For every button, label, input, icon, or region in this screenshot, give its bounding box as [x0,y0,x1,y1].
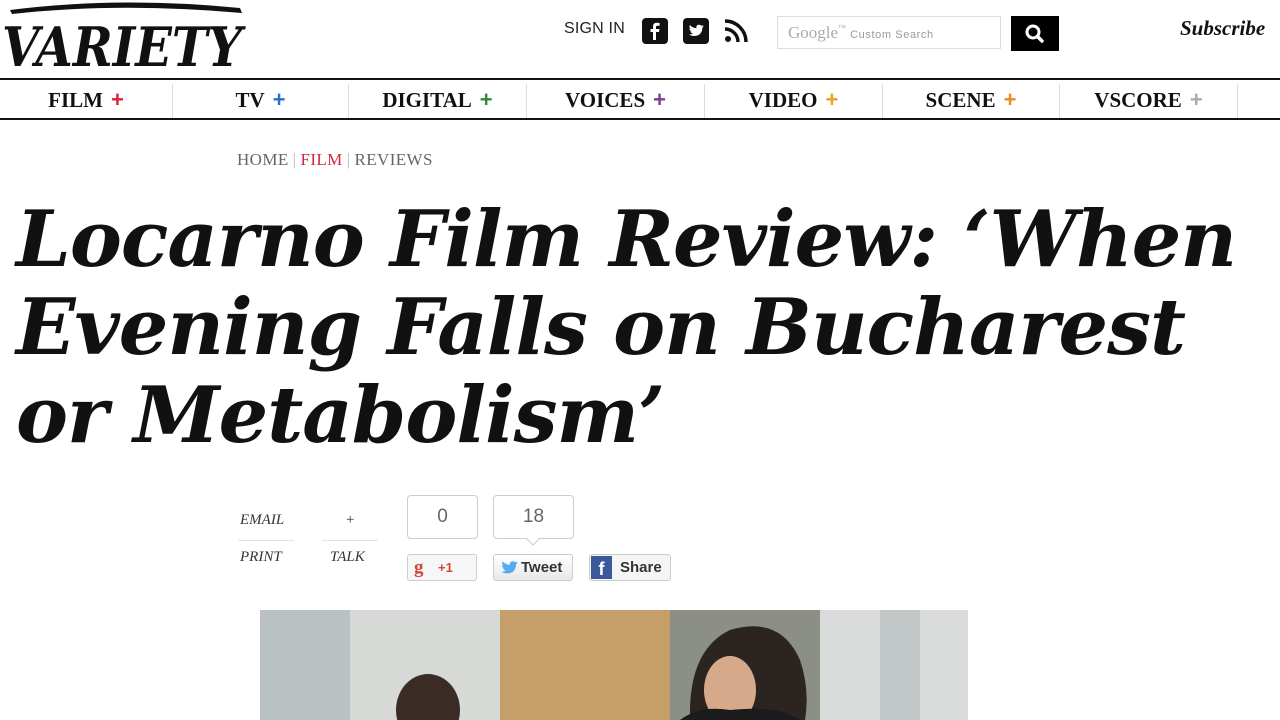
variety-logo[interactable]: VARIETY [0,0,250,78]
nav-vscore-label: VSCORE [1094,88,1182,112]
article-photo [260,610,968,720]
gplus-label: +1 [438,560,453,575]
nav-film-label: FILM [48,88,103,112]
search-input[interactable]: Google™ Custom Search [777,16,1001,49]
tweet-button[interactable]: Tweet [493,554,573,581]
tweet-label: Tweet [521,559,563,576]
nav-voices-label: VOICES [565,88,646,112]
breadcrumb-film[interactable]: FILM [300,150,342,169]
plus-icon: + [653,87,666,112]
search-button[interactable] [1011,16,1059,51]
search-placeholder-brand: Google [788,23,839,42]
twitter-icon[interactable] [683,18,709,44]
talk-link[interactable]: TALK [330,549,365,566]
nav-video-label: VIDEO [748,88,818,112]
plus-icon: + [110,87,124,112]
facebook-icon[interactable] [642,18,668,44]
breadcrumb-separator: | [346,150,351,169]
print-link[interactable]: PRINT [240,549,282,566]
search-icon [1025,24,1044,43]
search-placeholder-label: Custom Search [850,29,934,41]
count-pointer [526,538,540,546]
email-link[interactable]: EMAIL [240,512,284,529]
nav-divider [1237,84,1238,118]
facebook-share-button[interactable]: f Share [589,554,671,581]
main-nav: FILM + TV + DIGITAL + VOICES + VIDEO + SCENE +… [0,78,1280,120]
nav-item-vscore[interactable]: VSCORE + [1060,80,1237,118]
twitter-bird-icon [501,561,518,574]
rss-icon[interactable] [723,18,749,44]
nav-tv-label: TV [235,88,265,112]
nav-item-film[interactable]: FILM + [0,80,172,118]
breadcrumb-reviews[interactable]: REVIEWS [355,150,433,169]
breadcrumb: HOME | FILM | REVIEWS [237,150,433,170]
logo-text: VARIETY [2,15,246,78]
sign-in-link[interactable]: SIGN IN [564,20,625,38]
share-label: Share [620,559,662,576]
gplus-button[interactable]: g +1 [407,554,477,581]
subscribe-link[interactable]: Subscribe [1180,16,1265,41]
plus-icon: + [825,87,839,112]
plus-icon: + [272,87,286,112]
google-plus-icon: g [414,557,424,578]
nav-item-digital[interactable]: DIGITAL + [349,80,526,118]
breadcrumb-home[interactable]: HOME [237,150,289,169]
plus-icon: + [1189,87,1203,112]
nav-scene-label: SCENE [925,88,996,112]
gplus-count: 0 [407,495,478,539]
plus-link[interactable]: + [346,512,354,529]
breadcrumb-separator: | [292,150,297,169]
nav-item-tv[interactable]: TV + [173,80,348,118]
plus-icon: + [1003,87,1017,112]
facebook-f-icon: f [591,556,612,579]
article-headline: Locarno Film Review: ‘When Evening Falls… [16,194,1237,461]
nav-item-voices[interactable]: VOICES + [527,80,704,118]
nav-item-scene[interactable]: SCENE + [883,80,1059,118]
tweet-count: 18 [493,495,574,539]
plus-icon: + [479,87,493,112]
nav-digital-label: DIGITAL [382,88,472,112]
tool-divider [322,540,378,541]
nav-item-video[interactable]: VIDEO + [705,80,882,118]
tool-divider [238,540,294,541]
